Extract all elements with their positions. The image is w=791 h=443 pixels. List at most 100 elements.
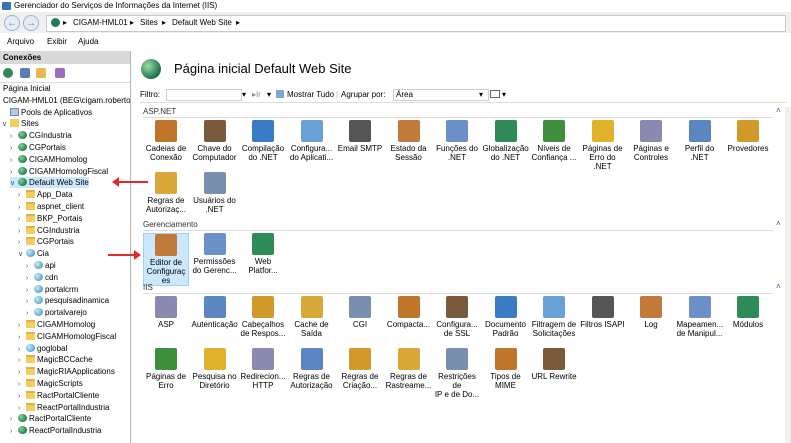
collapsed-chevron-icon[interactable]: › [10,426,18,437]
collapse-icon[interactable]: ˄ [776,106,781,115]
collapse-icon[interactable]: ˄ [776,282,781,291]
feature-tile[interactable]: Redirecion... HTTP [240,348,286,390]
expanded-chevron-icon[interactable]: ∨ [18,249,26,260]
tree-item[interactable]: › CGPortais [10,142,66,153]
filter-input[interactable] [166,89,242,101]
feature-tile[interactable]: Estado da Sessão [386,120,432,162]
tree-item[interactable]: › CGIndustria [18,225,80,236]
feature-tile[interactable]: Configura... do Aplicati... [289,120,335,162]
collapse-icon[interactable]: ˄ [776,219,781,228]
feature-tile[interactable]: Usuários do .NET [192,172,238,214]
feature-tile[interactable]: Provedores [725,120,771,153]
collapsed-chevron-icon[interactable]: › [10,143,18,154]
feature-tile[interactable]: Módulos [725,296,771,329]
feature-tile[interactable]: Documento Padrão [483,296,529,338]
feature-tile[interactable]: Compacta... [386,296,432,329]
feature-tile[interactable]: Cabeçalhos de Respos... [240,296,286,338]
feature-tile[interactable]: Permissões do Gerenc... [192,233,238,275]
tree-item[interactable]: › MagicScripts [18,378,83,389]
collapsed-chevron-icon[interactable]: › [18,403,26,414]
tree-item[interactable]: CIGAM-HML01 (BEG\cigam.roberto) [3,95,130,106]
tree-item[interactable]: › api [26,260,56,271]
show-all-button[interactable]: Mostrar Tudo [287,87,334,102]
tree-item[interactable]: › RactPortalCliente [10,413,91,424]
tree-item[interactable]: › MagicBCCache [18,354,93,365]
tree-item[interactable]: › CIGAMHomologFiscal [10,166,108,177]
feature-tile[interactable]: Web Platfor... [240,233,286,275]
tree-item[interactable]: › App_Data [18,189,73,200]
tree-item[interactable]: › BKP_Portais [18,213,82,224]
collapsed-chevron-icon[interactable]: › [18,237,26,248]
tree-item[interactable]: ∨ Default Web Site [10,177,89,189]
go-button[interactable]: ▸Ir [252,87,261,102]
collapsed-chevron-icon[interactable]: › [18,190,26,201]
collapsed-chevron-icon[interactable]: › [26,296,34,307]
feature-tile[interactable]: Configura... de SSL [434,296,480,338]
feature-tile[interactable]: Páginas e Controles [628,120,674,162]
tree-item[interactable]: › ReactPortalIndustria [18,402,109,413]
tree-item[interactable]: ∨ Cia [18,248,49,259]
tree-item[interactable]: › cdn [26,272,58,283]
feature-tile[interactable]: ASP [143,296,189,329]
collapsed-chevron-icon[interactable]: › [10,414,18,425]
tree-item[interactable]: Página Inicial [3,83,51,94]
scrollbar[interactable] [785,107,791,443]
tree-item[interactable]: ∨ Sites [2,118,39,129]
tree-item[interactable]: › CGIndustria [10,130,72,141]
feature-tile[interactable]: Regras de Autorizaç... [143,172,189,214]
collapsed-chevron-icon[interactable]: › [26,308,34,319]
feature-tile[interactable]: Regras de Criação... [337,348,383,390]
feature-tile[interactable]: Restrições de IP e de Do... [434,348,480,399]
forward-button[interactable]: → [23,15,39,31]
tree-item[interactable]: Pools de Aplicativos [2,107,92,118]
tree-item[interactable]: › CIGAMHomolog [18,319,95,330]
collapsed-chevron-icon[interactable]: › [10,167,18,178]
connect-icon[interactable] [3,68,13,78]
feature-tile[interactable]: Mapeamen... de Manipul... [677,296,723,338]
tree-item[interactable]: › portalvarejo [26,307,87,318]
expanded-chevron-icon[interactable]: ∨ [10,178,18,189]
collapsed-chevron-icon[interactable]: › [18,367,26,378]
tree-item[interactable]: › RactPortalCliente [18,390,99,401]
feature-tile[interactable]: Níveis de Confiança ... [531,120,577,162]
tree-item[interactable]: › CGPortais [18,236,74,247]
collapsed-chevron-icon[interactable]: › [10,155,18,166]
tree-item[interactable]: › CIGAMHomologFiscal [18,331,116,342]
collapsed-chevron-icon[interactable]: › [10,131,18,142]
breadcrumb-server[interactable]: CIGAM-HML01 [73,16,128,30]
menu-arquivo[interactable]: Arquivo [7,35,34,49]
collapsed-chevron-icon[interactable]: › [26,285,34,296]
collapsed-chevron-icon[interactable]: › [26,261,34,272]
collapsed-chevron-icon[interactable]: › [18,355,26,366]
collapsed-chevron-icon[interactable]: › [18,344,26,355]
view-icon[interactable] [490,90,500,98]
feature-tile[interactable]: Editor de Configuraç es [143,233,189,286]
feature-tile[interactable]: Perfil do .NET [677,120,723,162]
tree-item[interactable]: › aspnet_client [18,201,84,212]
feature-tile[interactable]: Regras de Autorização [289,348,335,390]
disconnect-icon[interactable] [55,68,65,78]
tree-item[interactable]: › MagicRIAApplications [18,366,115,377]
collapsed-chevron-icon[interactable]: › [18,391,26,402]
feature-tile[interactable]: Páginas de Erro [143,348,189,390]
feature-tile[interactable]: CGI [337,296,383,329]
feature-tile[interactable]: Email SMTP [337,120,383,153]
address-bar[interactable]: ▸ CIGAM-HML01 ▸ Sites ▸ Default Web Site… [46,15,786,32]
feature-tile[interactable]: Funções do .NET [434,120,480,162]
collapsed-chevron-icon[interactable]: › [18,320,26,331]
feature-tile[interactable]: Regras de Rastreame... [386,348,432,390]
tree-item[interactable]: › pesquisadinamica [26,295,109,306]
back-button[interactable]: ← [4,15,20,31]
feature-tile[interactable]: Log [628,296,674,329]
breadcrumb-sites[interactable]: Sites [140,16,158,30]
collapsed-chevron-icon[interactable]: › [26,273,34,284]
breadcrumb-site[interactable]: Default Web Site [172,16,232,30]
collapsed-chevron-icon[interactable]: › [18,202,26,213]
feature-tile[interactable]: URL Rewrite [531,348,577,381]
tree-item[interactable]: › ReactPortalIndustria [10,425,101,436]
up-level-icon[interactable] [36,68,46,78]
collapsed-chevron-icon[interactable]: › [18,332,26,343]
feature-tile[interactable]: Autenticação [192,296,238,329]
menu-ajuda[interactable]: Ajuda [78,35,98,49]
filter-dropdown-icon[interactable]: ▾ [242,87,246,102]
